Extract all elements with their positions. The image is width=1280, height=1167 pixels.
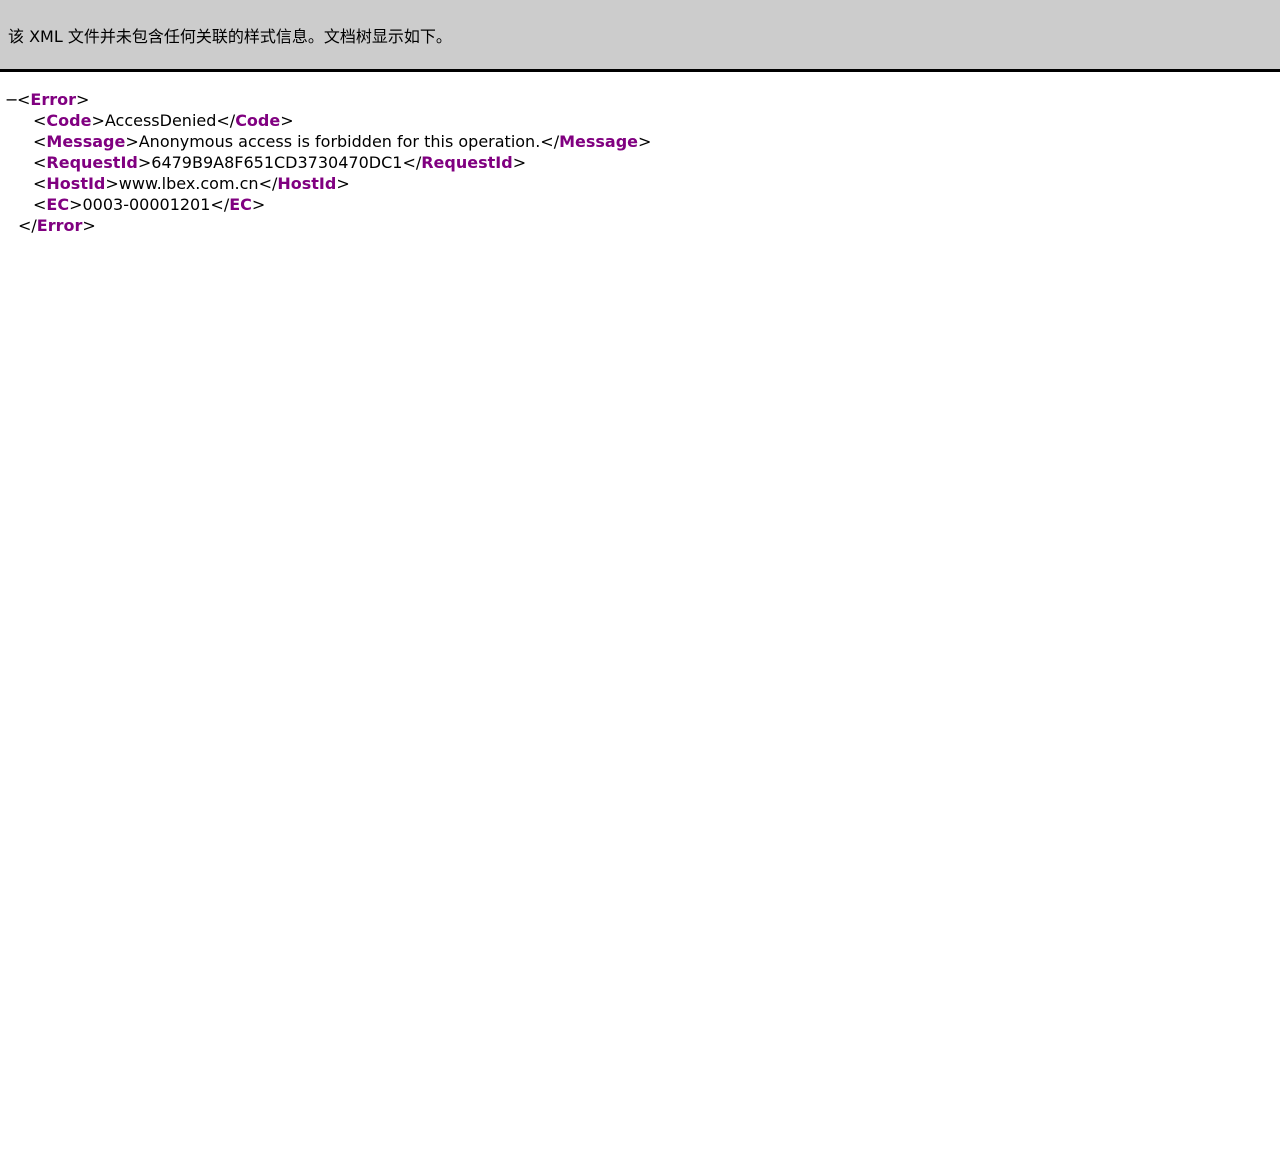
end-tag-open-bracket: </: [258, 174, 278, 193]
element-value: 6479B9A8F651CD3730470DC1: [151, 153, 403, 172]
xml-element-code: <Code>AccessDenied</Code>: [0, 110, 1280, 131]
element-value: Anonymous access is forbidden for this o…: [138, 132, 541, 151]
end-tag-open-bracket: </: [210, 195, 230, 214]
element-tag-name: Code: [46, 111, 92, 130]
tag-open-bracket: <: [33, 153, 47, 172]
element-end-tag-name: Code: [235, 111, 281, 130]
element-end-tag-name: EC: [229, 195, 252, 214]
tag-close-bracket: >: [105, 174, 119, 193]
element-end-tag-name: HostId: [277, 174, 337, 193]
xml-style-info-bar: 该 XML 文件并未包含任何关联的样式信息。文档树显示如下。: [0, 0, 1280, 72]
element-tag-name: HostId: [46, 174, 106, 193]
tag-close-bracket: >: [280, 111, 294, 130]
xml-document-tree: −<Error> <Code>AccessDenied</Code> <Mess…: [0, 72, 1280, 236]
tag-open-bracket: <: [33, 111, 47, 130]
element-end-tag-name: RequestId: [421, 153, 513, 172]
element-end-tag-name: Message: [559, 132, 638, 151]
end-tag-open-bracket: </: [18, 216, 37, 235]
xml-root-close-line: </Error>: [0, 215, 1280, 236]
tag-close-bracket: >: [69, 195, 83, 214]
tag-close-bracket: >: [76, 90, 90, 109]
end-tag-open-bracket: </: [216, 111, 236, 130]
tag-open-bracket: <: [17, 90, 31, 109]
tag-close-bracket: >: [91, 111, 105, 130]
tag-open-bracket: <: [33, 132, 47, 151]
tag-close-bracket: >: [251, 195, 266, 214]
info-message: 该 XML 文件并未包含任何关联的样式信息。文档树显示如下。: [8, 26, 452, 46]
element-value: AccessDenied: [104, 111, 217, 130]
xml-element-hostid: <HostId>www.lbex.com.cn</HostId>: [0, 173, 1280, 194]
element-tag-name: Message: [46, 132, 126, 151]
xml-element-requestid: <RequestId>6479B9A8F651CD3730470DC1</Req…: [0, 152, 1280, 173]
element-value: 0003-00001201: [82, 195, 211, 214]
tag-close-bracket: >: [512, 153, 527, 172]
tag-close-bracket: >: [638, 132, 652, 151]
element-tag-name: EC: [46, 195, 70, 214]
element-tag-name: RequestId: [46, 153, 138, 172]
tag-open-bracket: <: [33, 174, 47, 193]
tag-close-bracket: >: [125, 132, 139, 151]
tag-close-bracket: >: [336, 174, 350, 193]
root-end-tag-name: Error: [36, 216, 83, 235]
tag-close-bracket: >: [82, 216, 96, 235]
root-tag-name: Error: [30, 90, 76, 109]
tag-close-bracket: >: [137, 153, 152, 172]
element-value: www.lbex.com.cn: [118, 174, 259, 193]
end-tag-open-bracket: </: [402, 153, 422, 172]
xml-element-ec: <EC>0003-00001201</EC>: [0, 194, 1280, 215]
tag-open-bracket: <: [33, 195, 47, 214]
xml-root-open-line: −<Error>: [0, 89, 1280, 110]
end-tag-open-bracket: </: [540, 132, 560, 151]
collapse-toggle-icon[interactable]: −: [5, 89, 18, 110]
xml-element-message: <Message>Anonymous access is forbidden f…: [0, 131, 1280, 152]
